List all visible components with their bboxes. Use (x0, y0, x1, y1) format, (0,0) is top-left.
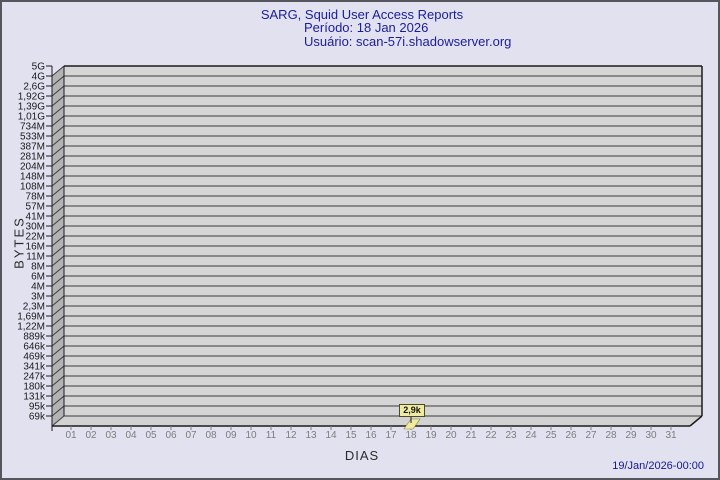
sarg-report-page: SARG, Squid User Access Reports Período:… (0, 0, 720, 480)
svg-text:30: 30 (645, 430, 657, 441)
svg-text:29: 29 (625, 430, 637, 441)
svg-text:02: 02 (85, 430, 97, 441)
y-axis-title: BYTES (11, 216, 27, 269)
svg-text:07: 07 (185, 430, 197, 441)
svg-text:04: 04 (125, 430, 137, 441)
data-point-label: 2,9k (399, 404, 425, 417)
svg-text:16: 16 (365, 430, 377, 441)
svg-text:08: 08 (205, 430, 217, 441)
svg-text:17: 17 (385, 430, 397, 441)
svg-text:11: 11 (266, 430, 277, 441)
svg-text:26: 26 (565, 430, 577, 441)
svg-text:14: 14 (325, 430, 337, 441)
svg-text:22: 22 (485, 430, 497, 441)
svg-text:24: 24 (525, 430, 537, 441)
svg-text:12: 12 (285, 430, 297, 441)
svg-text:23: 23 (505, 430, 517, 441)
svg-text:69k: 69k (29, 412, 46, 423)
svg-text:03: 03 (105, 430, 117, 441)
svg-text:19: 19 (425, 430, 437, 441)
bar-chart-canvas: 5G4G2,6G1,92G1,39G1,01G734M533M387M281M2… (17, 62, 703, 441)
svg-text:01: 01 (65, 430, 77, 441)
svg-text:21: 21 (465, 430, 477, 441)
svg-text:28: 28 (605, 430, 617, 441)
generated-timestamp: 19/Jan/2026-00:00 (612, 460, 704, 472)
svg-text:13: 13 (305, 430, 317, 441)
svg-text:27: 27 (585, 430, 597, 441)
svg-text:05: 05 (145, 430, 157, 441)
svg-text:10: 10 (245, 430, 257, 441)
svg-text:25: 25 (545, 430, 557, 441)
svg-text:20: 20 (445, 430, 457, 441)
svg-text:06: 06 (165, 430, 177, 441)
svg-text:31: 31 (665, 430, 677, 441)
svg-text:18: 18 (405, 430, 417, 441)
svg-text:15: 15 (345, 430, 357, 441)
svg-text:09: 09 (225, 430, 237, 441)
